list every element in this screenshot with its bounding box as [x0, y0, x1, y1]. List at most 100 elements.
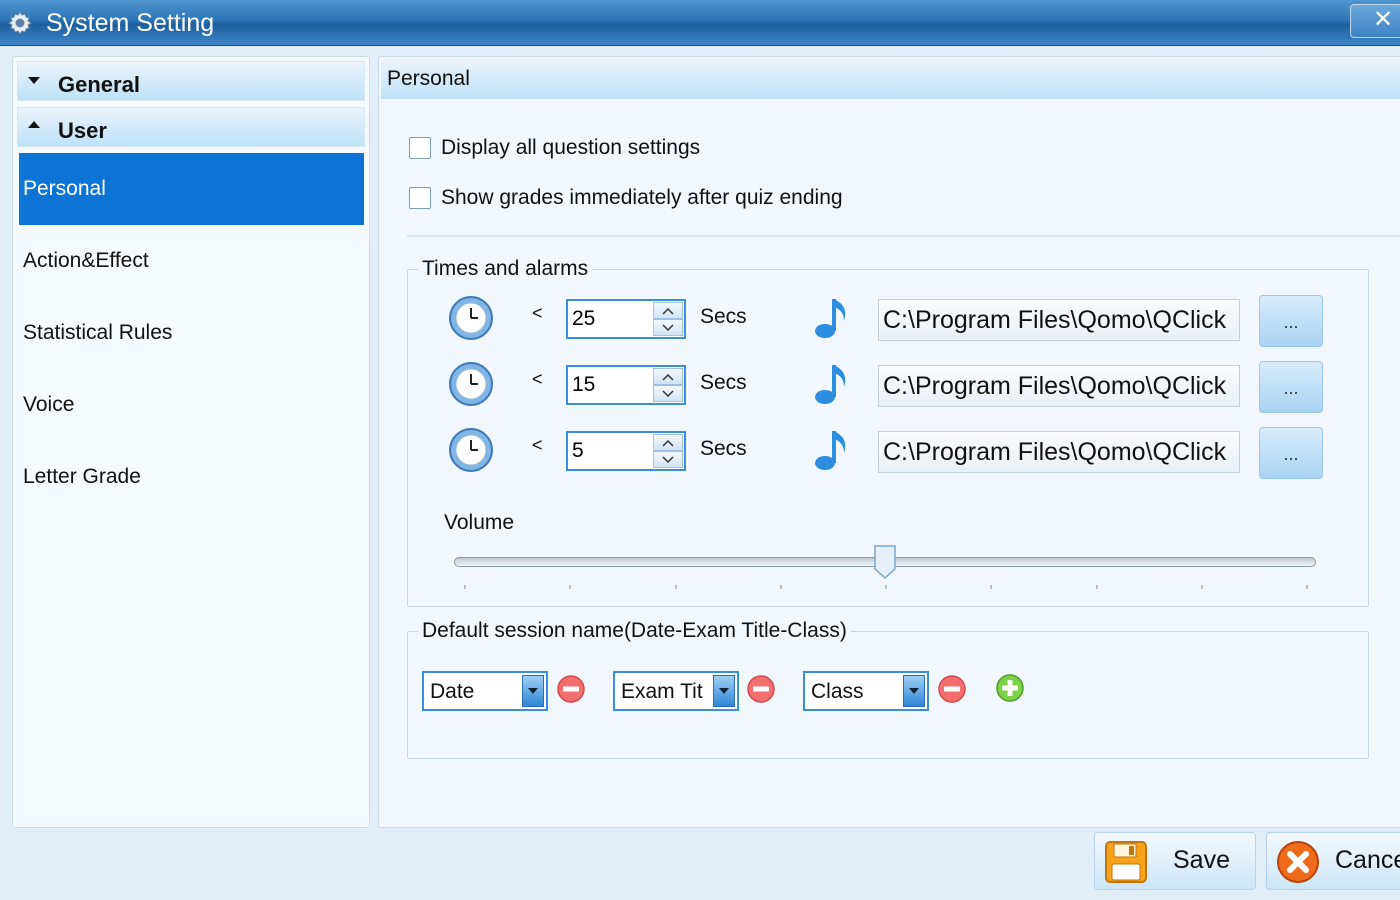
settings-nav: General User Personal Action&Effect Stat… [12, 56, 370, 828]
chevron-down-icon [662, 324, 674, 332]
music-note-icon [815, 365, 846, 404]
nav-item-action-effect[interactable]: Action&Effect [19, 225, 364, 297]
divider [407, 235, 1400, 237]
remove-field-icon[interactable] [937, 674, 967, 704]
nav-item-letter-grade[interactable]: Letter Grade [19, 441, 364, 513]
chevron-up-icon [662, 439, 674, 447]
session-name-legend: Default session name(Date-Exam Title-Cla… [422, 619, 847, 642]
floppy-disk-icon [1105, 841, 1147, 883]
music-note-icon [815, 299, 846, 338]
chevron-down-icon [662, 456, 674, 464]
chevron-down-icon [662, 390, 674, 398]
panel-title: Personal [387, 67, 470, 90]
times-alarms-group: Times and alarms < Secs [407, 257, 1369, 607]
volume-tick [779, 585, 782, 589]
select-value: Date [430, 680, 475, 703]
display-all-settings-option[interactable]: Display all question settings [409, 133, 700, 163]
clock-icon [449, 362, 493, 406]
chevron-down-icon [28, 77, 40, 84]
save-button[interactable]: Save [1094, 832, 1256, 890]
chevron-up-icon [28, 121, 40, 128]
volume-tick [1200, 585, 1203, 589]
dropdown-button[interactable] [903, 675, 925, 707]
volume-tick [569, 585, 572, 589]
nav-group-label: User [58, 118, 107, 143]
decrement-button[interactable] [653, 319, 683, 336]
less-than-label: < [532, 435, 543, 455]
session-field-3-select[interactable]: Class [803, 671, 929, 711]
nav-item-voice[interactable]: Voice [19, 369, 364, 441]
dropdown-button[interactable] [713, 675, 735, 707]
chevron-up-icon [662, 307, 674, 315]
increment-button[interactable] [653, 434, 683, 451]
dropdown-button[interactable] [522, 675, 544, 707]
volume-tick [1306, 585, 1308, 589]
personal-settings-panel: Personal Display all question settings S… [378, 56, 1400, 828]
sound-path-field[interactable]: C:\Program Files\Qomo\QClick [878, 365, 1240, 407]
nav-group-user[interactable]: User [17, 107, 365, 147]
close-button[interactable]: ✕ [1350, 4, 1400, 38]
alarm-row: < Secs C:\Program Files\Qomo\QClick ... [408, 427, 1368, 479]
display-all-settings-checkbox[interactable] [409, 137, 431, 159]
browse-button[interactable]: ... [1259, 427, 1323, 479]
volume-tick [885, 585, 887, 589]
seconds-input[interactable] [568, 301, 652, 337]
less-than-label: < [532, 303, 543, 323]
chevron-down-icon [719, 688, 729, 694]
add-field-icon[interactable] [995, 673, 1025, 703]
save-label: Save [1173, 846, 1230, 874]
window-title: System Setting [46, 9, 215, 37]
decrement-button[interactable] [653, 385, 683, 402]
clock-icon [449, 428, 493, 472]
decrement-button[interactable] [653, 451, 683, 468]
panel-header: Personal [381, 59, 1400, 99]
browse-button[interactable]: ... [1259, 295, 1323, 347]
music-note-icon [815, 431, 846, 470]
show-grades-option[interactable]: Show grades immediately after quiz endin… [409, 183, 843, 213]
alarm-row: < Secs C:\Program Files\Qomo\QClick ... [408, 361, 1368, 413]
increment-button[interactable] [653, 368, 683, 385]
volume-label: Volume [444, 511, 515, 534]
remove-field-icon[interactable] [746, 674, 776, 704]
chevron-up-icon [662, 373, 674, 381]
less-than-label: < [532, 369, 543, 389]
session-field-1-select[interactable]: Date [422, 671, 548, 711]
remove-field-icon[interactable] [556, 674, 586, 704]
volume-tick [464, 585, 466, 589]
sound-path-field[interactable]: C:\Program Files\Qomo\QClick [878, 299, 1240, 341]
cancel-button[interactable]: Cancel [1266, 832, 1400, 890]
alarm-row: < Secs C:\Program Files\Qomo\QClick ... [408, 295, 1368, 347]
select-value: Exam Tit [621, 680, 703, 703]
seconds-input[interactable] [568, 433, 652, 469]
nav-group-general[interactable]: General [17, 61, 365, 101]
nav-group-label: General [58, 72, 140, 97]
nav-item-statistical-rules[interactable]: Statistical Rules [19, 297, 364, 369]
cancel-icon [1277, 841, 1319, 883]
checkbox-label: Show grades immediately after quiz endin… [441, 186, 843, 209]
select-value: Class [811, 680, 864, 703]
volume-slider-thumb[interactable] [874, 545, 896, 579]
chevron-down-icon [909, 688, 919, 694]
seconds-stepper[interactable] [566, 431, 686, 471]
browse-button[interactable]: ... [1259, 361, 1323, 413]
secs-label: Secs [700, 437, 747, 460]
seconds-stepper[interactable] [566, 365, 686, 405]
times-alarms-legend: Times and alarms [422, 257, 589, 280]
nav-item-personal[interactable]: Personal [19, 153, 364, 225]
session-field-2-select[interactable]: Exam Tit [613, 671, 739, 711]
seconds-stepper[interactable] [566, 299, 686, 339]
show-grades-checkbox[interactable] [409, 187, 431, 209]
sound-path-field[interactable]: C:\Program Files\Qomo\QClick [878, 431, 1240, 473]
secs-label: Secs [700, 371, 747, 394]
title-bar: System Setting ✕ [0, 0, 1400, 46]
increment-button[interactable] [653, 302, 683, 319]
clock-icon [449, 296, 493, 340]
cancel-label: Cancel [1335, 846, 1400, 874]
volume-tick [674, 585, 677, 589]
seconds-input[interactable] [568, 367, 652, 403]
checkbox-label: Display all question settings [441, 136, 701, 159]
gear-icon [8, 11, 32, 35]
secs-label: Secs [700, 305, 747, 328]
session-name-group: Default session name(Date-Exam Title-Cla… [407, 619, 1369, 759]
volume-tick [990, 585, 993, 589]
